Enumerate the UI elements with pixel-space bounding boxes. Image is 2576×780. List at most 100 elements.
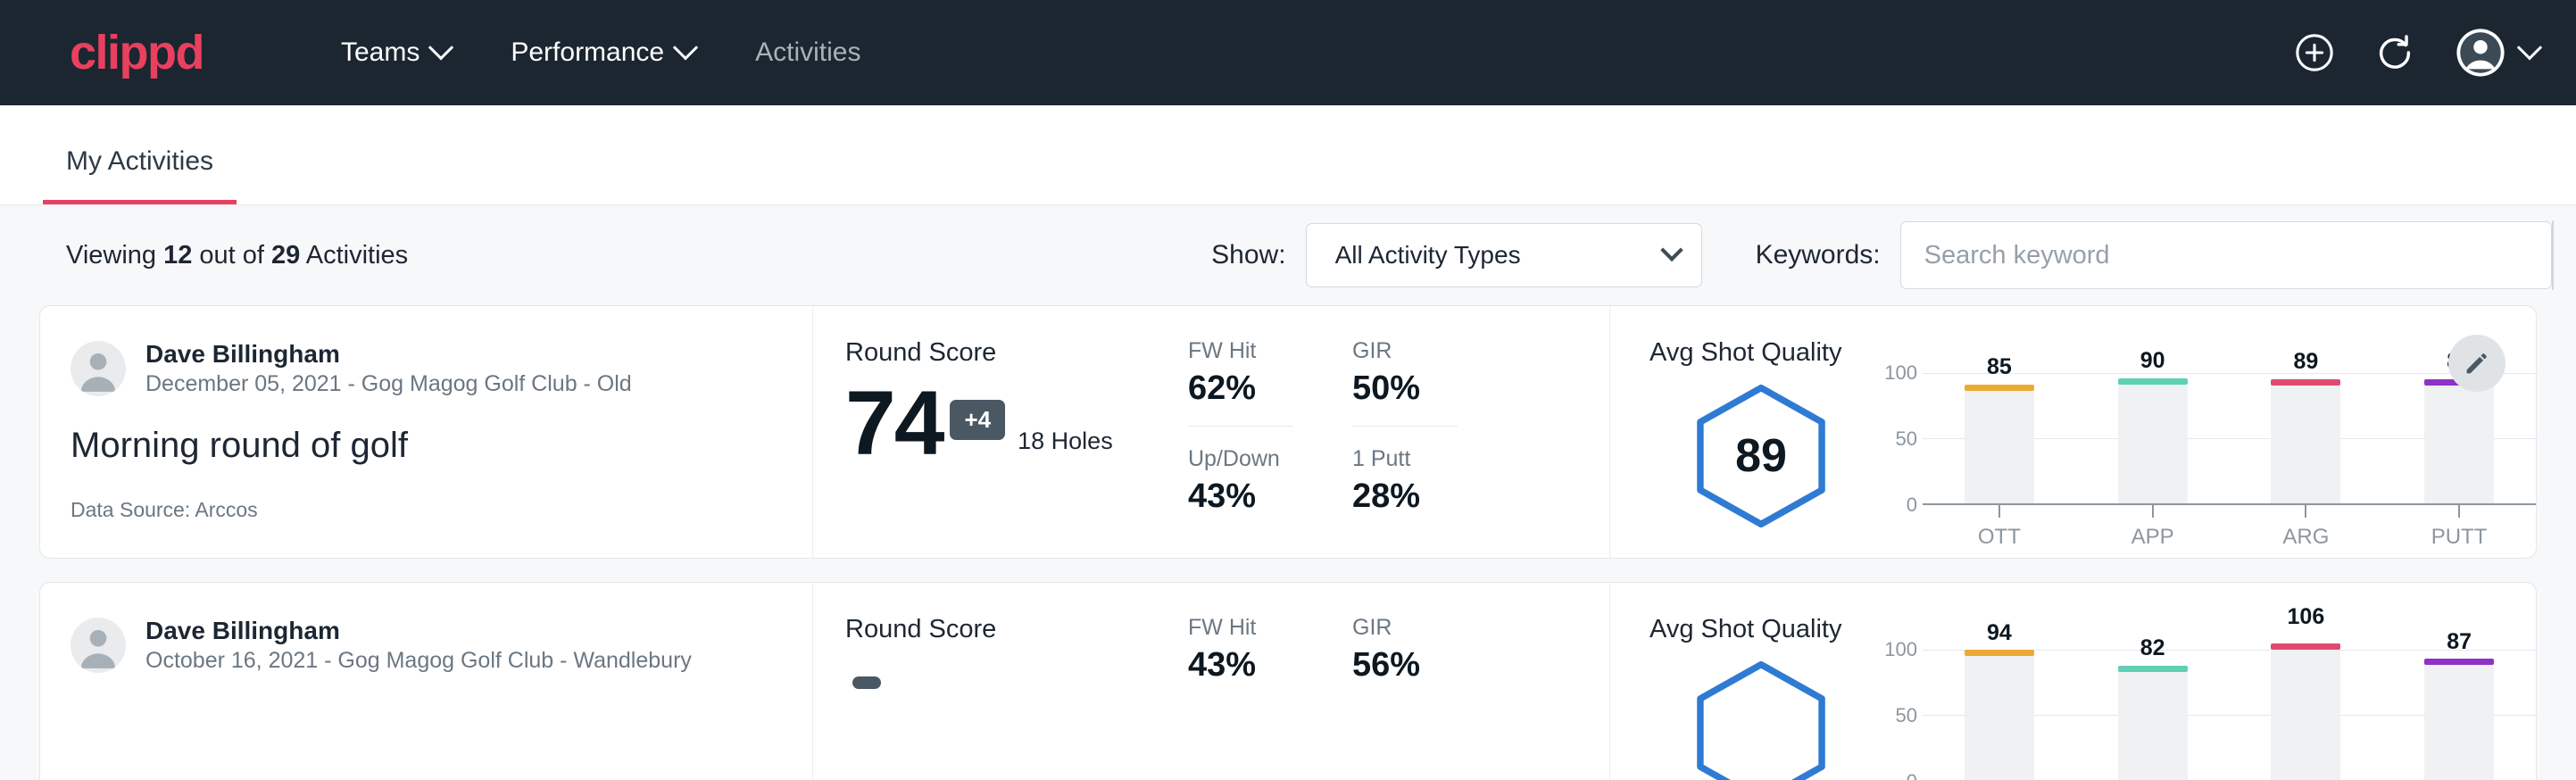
activity-title: Morning round of golf	[71, 426, 782, 466]
x-axis: OTT APP ARG PUTT	[1923, 505, 2536, 550]
nav-item-teams[interactable]: Teams	[311, 37, 480, 68]
nav-item-activities-label: Activities	[755, 37, 860, 68]
viewing-count: 12	[163, 241, 192, 270]
refresh-button[interactable]	[2374, 32, 2415, 73]
tick-mark	[1998, 505, 2000, 518]
view-mode-list-button[interactable]	[2553, 221, 2554, 289]
account-circle-icon	[2455, 27, 2506, 79]
stat-value: 43%	[1188, 477, 1293, 516]
round-score-row: 74 +4 18 Holes	[845, 380, 1188, 468]
bar-value-label: 85	[1987, 354, 2012, 380]
bar-ott: 85	[1923, 373, 2076, 503]
viewing-suffix: Activities	[300, 241, 408, 270]
bar-putt: 89	[2382, 373, 2536, 503]
bar-value-label: 87	[2447, 629, 2472, 655]
bar-value-label: 82	[2140, 635, 2165, 661]
shot-quality-bar-chart: 100 50 0 85 90	[1873, 373, 2536, 541]
tick-mark	[2305, 505, 2306, 518]
round-score-section: Round Score	[813, 583, 1188, 780]
y-tick-label: 0	[1907, 494, 1917, 517]
y-axis: 100 50 0	[1873, 373, 1917, 505]
x-tick-label: OTT	[1978, 525, 2021, 550]
stat-value: 56%	[1352, 646, 1458, 685]
activity-type-select[interactable]: All Activity Types	[1306, 223, 1702, 287]
activity-data-source: Data Source: Arccos	[71, 498, 782, 522]
x-tick-label: APP	[2131, 525, 2174, 550]
activity-author: Dave Billingham October 16, 2021 - Gog M…	[71, 615, 782, 676]
edit-activity-button[interactable]	[2448, 335, 2505, 392]
score-differential-badge: +4	[950, 400, 1005, 440]
search-input[interactable]	[1900, 221, 2552, 289]
y-tick-label: 100	[1884, 361, 1917, 385]
quality-score-value	[1687, 659, 1835, 780]
stat-label: FW Hit	[1188, 615, 1293, 641]
bar	[1965, 656, 2034, 780]
avg-shot-quality-section: Avg Shot Quality 89 100 50 0	[1609, 306, 2536, 558]
x-tick: OTT	[1923, 505, 2076, 550]
tick-mark	[2152, 505, 2154, 518]
round-score-label: Round Score	[845, 338, 1188, 368]
bar	[2424, 386, 2494, 503]
top-navigation-bar: clippd Teams Performance Activities	[0, 0, 2576, 105]
bar-arg: 106	[2230, 650, 2383, 780]
person-icon	[71, 618, 126, 673]
bar-cap	[2271, 379, 2340, 386]
holes-played: 18 Holes	[1018, 427, 1113, 455]
bar-app: 82	[2076, 650, 2230, 780]
round-score-value: 74	[845, 380, 943, 468]
stat-label: Up/Down	[1188, 446, 1293, 472]
account-menu[interactable]	[2455, 27, 2539, 79]
nav-item-performance[interactable]: Performance	[480, 37, 725, 68]
stat-fw-hit: FW Hit 62% Up/Down 43%	[1188, 338, 1293, 558]
stat-value: 43%	[1188, 646, 1293, 685]
bar	[2424, 665, 2494, 780]
bar-cap	[1965, 385, 2034, 391]
tab-my-activities-label: My Activities	[66, 146, 213, 176]
activity-type-value: All Activity Types	[1335, 241, 1521, 270]
add-button[interactable]	[2294, 32, 2335, 73]
score-differential-badge	[852, 676, 881, 689]
chevron-down-icon	[428, 35, 453, 60]
avg-shot-quality-section: Avg Shot Quality 100 50 0	[1609, 583, 2536, 780]
stat-label: GIR	[1352, 615, 1458, 641]
stat-value: 62%	[1188, 369, 1293, 408]
activity-card[interactable]: Dave Billingham December 05, 2021 - Gog …	[39, 305, 2537, 559]
bar	[2118, 385, 2188, 503]
avg-shot-quality-label: Avg Shot Quality	[1649, 338, 2536, 368]
plot-area: 94 82 106	[1923, 650, 2536, 780]
bar	[1965, 391, 2034, 503]
view-mode-toggle	[2552, 220, 2554, 290]
x-tick: PUTT	[2382, 505, 2536, 550]
x-tick-label: PUTT	[2431, 525, 2488, 550]
activity-meta: October 16, 2021 - Gog Magog Golf Club -…	[145, 646, 692, 676]
clippd-logo[interactable]: clippd	[70, 29, 204, 77]
nav-actions	[2294, 27, 2539, 79]
y-tick-label: 0	[1907, 770, 1917, 780]
stat-value: 50%	[1352, 369, 1458, 408]
stat-value: 28%	[1352, 477, 1458, 516]
bar-cap	[1965, 650, 2034, 656]
bar	[2118, 672, 2188, 780]
tick-mark	[2458, 505, 2460, 518]
round-score-row	[845, 657, 1188, 689]
activity-card-list: Dave Billingham December 05, 2021 - Gog …	[0, 305, 2576, 780]
viewing-middle: out of	[192, 241, 271, 270]
stat-gir: GIR 56%	[1352, 615, 1458, 780]
bar-cap	[2271, 643, 2340, 650]
show-label: Show:	[1211, 240, 1285, 270]
y-tick-label: 50	[1896, 427, 1917, 451]
keywords-group: Keywords:	[1756, 221, 2552, 289]
bar	[2271, 386, 2340, 503]
list-view-icon	[2553, 237, 2554, 273]
activity-card[interactable]: Dave Billingham October 16, 2021 - Gog M…	[39, 582, 2537, 780]
stat-gir: GIR 50% 1 Putt 28%	[1352, 338, 1458, 558]
round-stats: FW Hit 62% Up/Down 43% GIR 50% 1 Putt 28…	[1188, 306, 1609, 558]
y-axis: 100 50 0	[1873, 650, 1917, 780]
viewing-prefix: Viewing	[66, 241, 163, 270]
bar-value-label: 106	[2288, 604, 2325, 630]
nav-item-activities[interactable]: Activities	[725, 37, 891, 68]
quality-score-value: 89	[1687, 382, 1835, 530]
activity-summary: Dave Billingham October 16, 2021 - Gog M…	[40, 583, 813, 780]
tab-my-activities[interactable]: My Activities	[43, 146, 237, 204]
bar-ott: 94	[1923, 650, 2076, 780]
